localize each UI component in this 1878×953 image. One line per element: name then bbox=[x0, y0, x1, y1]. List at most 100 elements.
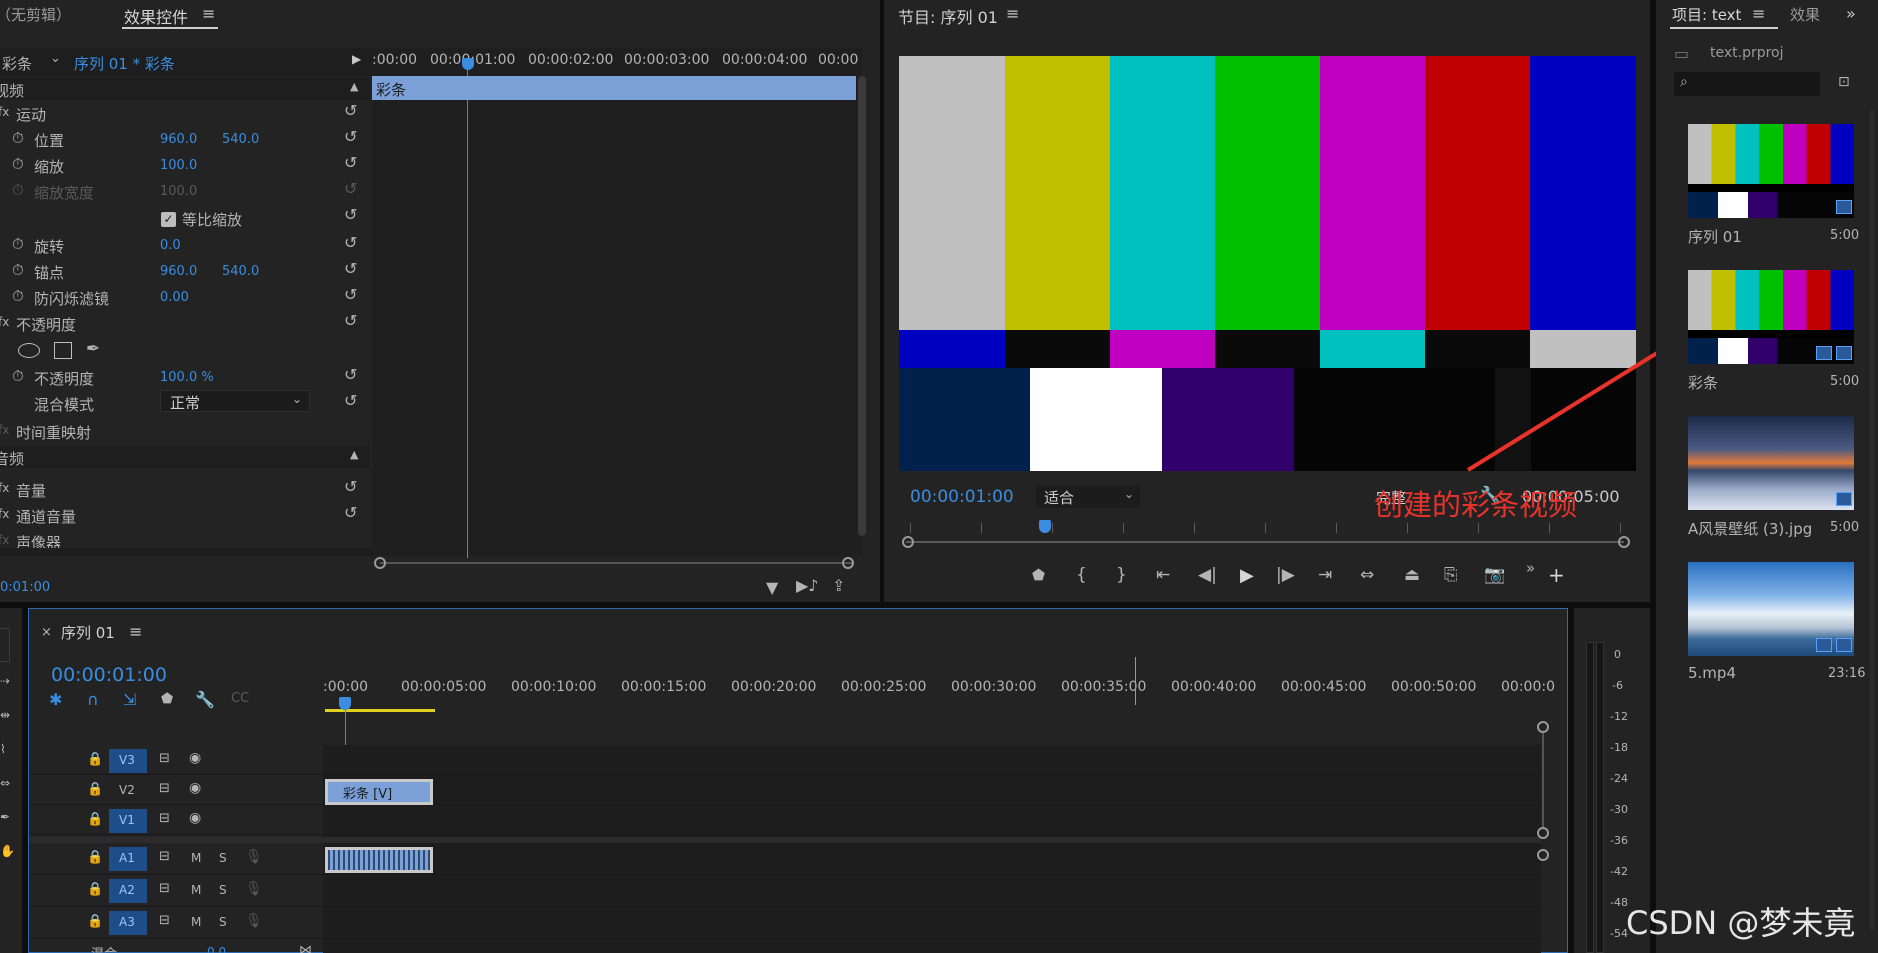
program-scrub-left-handle[interactable] bbox=[902, 536, 914, 548]
rectangle-mask-icon[interactable] bbox=[54, 342, 72, 359]
mix-value[interactable]: 0.0 bbox=[207, 945, 226, 953]
sync-lock-v3-icon[interactable]: ⊟ bbox=[159, 751, 170, 766]
anchor-reset-icon[interactable]: ↺ bbox=[344, 259, 357, 278]
ec-hscroll-left-handle[interactable] bbox=[374, 557, 386, 569]
go-to-in-icon[interactable]: ⇤ bbox=[1156, 565, 1170, 585]
ec-playhead-marker[interactable] bbox=[462, 58, 474, 70]
sequence-clip-label[interactable]: 序列 01 * 彩条 bbox=[74, 53, 175, 74]
expand-arrow-icon[interactable]: ▶ bbox=[352, 52, 361, 66]
lift-icon[interactable]: ⏏ bbox=[1404, 565, 1420, 585]
ripple-edit-tool[interactable]: ⇹ bbox=[0, 708, 10, 722]
go-to-out-icon[interactable]: ⇥ bbox=[1318, 565, 1332, 585]
selection-tool[interactable] bbox=[0, 628, 10, 662]
scale-value[interactable]: 100.0 bbox=[160, 158, 197, 173]
step-forward-icon[interactable]: |▶ bbox=[1276, 565, 1295, 585]
timeline-ruler[interactable] bbox=[323, 665, 1553, 709]
project-item-landscape-thumb[interactable] bbox=[1688, 416, 1854, 510]
tab-effect-controls[interactable]: 效果控件 bbox=[124, 4, 188, 28]
mute-a3-button[interactable]: M bbox=[191, 915, 201, 929]
pen-tool[interactable]: ✒ bbox=[0, 810, 10, 824]
mic-a2-icon[interactable]: 🎙 bbox=[245, 881, 263, 897]
track-select-tool[interactable]: ⇢ bbox=[0, 674, 10, 688]
collapse-video-icon[interactable]: ▲ bbox=[350, 80, 358, 93]
eye-v1-icon[interactable]: ◉ bbox=[189, 810, 201, 826]
sync-lock-a1-icon[interactable]: ⊟ bbox=[159, 849, 170, 864]
export-frame-icon[interactable]: 📷 bbox=[1484, 565, 1505, 585]
volume-reset-icon[interactable]: ↺ bbox=[344, 477, 357, 496]
lock-v1-icon[interactable]: 🔒 bbox=[87, 812, 103, 827]
blend-mode-reset-icon[interactable]: ↺ bbox=[344, 391, 357, 410]
solo-a2-button[interactable]: S bbox=[219, 883, 227, 897]
eye-v2-icon[interactable]: ◉ bbox=[189, 780, 201, 796]
magnet-icon[interactable]: ∩ bbox=[87, 690, 99, 709]
motion-reset-icon[interactable]: ↺ bbox=[344, 101, 357, 120]
razor-tool[interactable]: ⌇ bbox=[0, 742, 6, 756]
mark-in-icon[interactable]: { bbox=[1076, 565, 1087, 585]
volume-fx-icon[interactable]: fx bbox=[0, 481, 9, 495]
uniform-scale-checkbox[interactable]: ✓ bbox=[161, 212, 176, 227]
chevron-down-icon[interactable]: ⌄ bbox=[50, 51, 61, 66]
lock-a3-icon[interactable]: 🔒 bbox=[87, 914, 103, 929]
anchor-stopwatch-icon[interactable]: ⏱ bbox=[12, 261, 24, 279]
hand-tool[interactable]: ✋ bbox=[0, 844, 15, 858]
collapse-audio-icon[interactable]: ▲ bbox=[350, 448, 358, 461]
position-reset-icon[interactable]: ↺ bbox=[344, 127, 357, 146]
opacity-fx-icon[interactable]: fx bbox=[0, 315, 9, 329]
opacity-section-reset-icon[interactable]: ↺ bbox=[344, 311, 357, 330]
sync-lock-v1-icon[interactable]: ⊟ bbox=[159, 811, 170, 826]
scale-stopwatch-icon[interactable]: ⏱ bbox=[12, 155, 24, 173]
captions-icon[interactable]: CC bbox=[231, 691, 249, 706]
mix-end-icon[interactable]: ⋈ bbox=[299, 943, 312, 953]
ec-hscroll-right-handle[interactable] bbox=[842, 557, 854, 569]
play-icon[interactable]: ▶ bbox=[1240, 565, 1254, 586]
panel-overflow-icon[interactable]: » bbox=[1846, 4, 1856, 23]
linked-selection-icon[interactable]: ⇲ bbox=[123, 690, 136, 709]
lock-v2-icon[interactable]: 🔒 bbox=[87, 782, 103, 797]
loop-icon[interactable]: ⇔ bbox=[1360, 565, 1374, 585]
tab-no-clip[interactable]: （无剪辑） bbox=[0, 4, 71, 25]
anchor-y-value[interactable]: 540.0 bbox=[222, 264, 259, 279]
slip-tool[interactable]: ⇔ bbox=[0, 776, 10, 790]
mark-out-icon[interactable]: } bbox=[1116, 565, 1127, 585]
lock-a2-icon[interactable]: 🔒 bbox=[87, 882, 103, 897]
panel-menu-icon[interactable]: ≡ bbox=[202, 4, 215, 23]
add-marker-icon[interactable]: ⬟ bbox=[1032, 566, 1045, 584]
solo-a1-button[interactable]: S bbox=[219, 851, 227, 865]
timeline-close-icon[interactable]: × bbox=[41, 625, 52, 640]
snap-icon[interactable]: ✱ bbox=[49, 690, 62, 709]
flicker-reset-icon[interactable]: ↺ bbox=[344, 285, 357, 304]
position-y-value[interactable]: 540.0 bbox=[222, 132, 259, 147]
video-scroll-bottom-handle[interactable] bbox=[1537, 827, 1549, 839]
timeline-menu-icon[interactable]: ≡ bbox=[129, 622, 142, 641]
add-marker-icon[interactable]: ⬟ bbox=[161, 691, 173, 707]
channel-volume-fx-icon[interactable]: fx bbox=[0, 507, 9, 521]
flicker-stopwatch-icon[interactable]: ⏱ bbox=[12, 287, 24, 305]
ec-clip-bar[interactable] bbox=[372, 76, 856, 100]
sync-lock-v2-icon[interactable]: ⊟ bbox=[159, 781, 170, 796]
tab-effects[interactable]: 效果 bbox=[1790, 4, 1820, 25]
pen-mask-icon[interactable]: ✒ bbox=[86, 339, 100, 359]
opacity-reset-icon[interactable]: ↺ bbox=[344, 365, 357, 384]
position-stopwatch-icon[interactable]: ⏱ bbox=[12, 129, 24, 147]
filter-icon[interactable]: ▼ bbox=[766, 578, 778, 597]
lock-v3-icon[interactable]: 🔒 bbox=[87, 752, 103, 767]
step-back-icon[interactable]: ◀| bbox=[1198, 565, 1217, 585]
program-scrub-right-handle[interactable] bbox=[1618, 536, 1630, 548]
mute-a1-button[interactable]: M bbox=[191, 851, 201, 865]
program-playhead[interactable] bbox=[1039, 520, 1051, 533]
motion-fx-icon[interactable]: fx bbox=[0, 105, 9, 119]
project-scrollbar[interactable] bbox=[1870, 110, 1874, 930]
mute-a2-button[interactable]: M bbox=[191, 883, 201, 897]
eye-v3-icon[interactable]: ◉ bbox=[189, 750, 201, 766]
solo-a3-button[interactable]: S bbox=[219, 915, 227, 929]
mic-a1-icon[interactable]: 🎙 bbox=[245, 849, 263, 865]
timeline-vscroll[interactable] bbox=[1542, 733, 1544, 827]
rotation-stopwatch-icon[interactable]: ⏱ bbox=[12, 235, 24, 253]
source-label[interactable]: 彩条 bbox=[2, 53, 32, 74]
flicker-value[interactable]: 0.00 bbox=[160, 290, 189, 305]
ec-timecode[interactable]: 0:01:00 bbox=[0, 580, 50, 595]
channel-volume-reset-icon[interactable]: ↺ bbox=[344, 503, 357, 522]
sync-lock-a2-icon[interactable]: ⊟ bbox=[159, 881, 170, 896]
position-x-value[interactable]: 960.0 bbox=[160, 132, 197, 147]
extract-icon[interactable]: ⎘ bbox=[1444, 565, 1458, 585]
